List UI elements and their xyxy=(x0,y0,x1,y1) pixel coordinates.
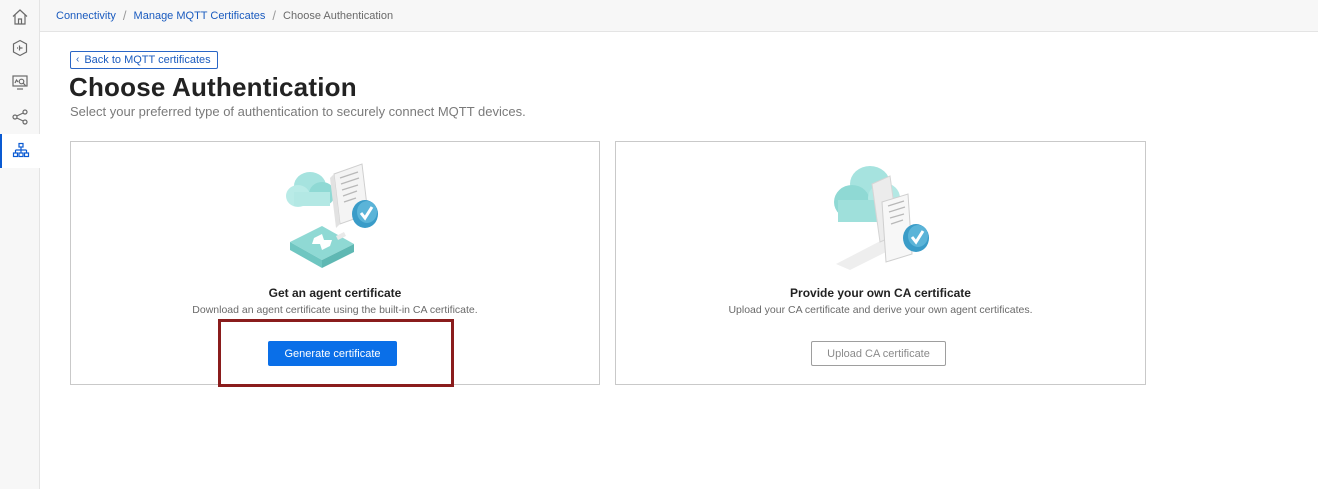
page-subtitle: Select your preferred type of authentica… xyxy=(70,104,526,119)
card-description: Upload your CA certificate and derive yo… xyxy=(728,304,1033,316)
breadcrumb-separator: / xyxy=(122,8,127,23)
own-ca-certificate-card: Provide your own CA certificate Upload y… xyxy=(615,141,1146,385)
card-title: Provide your own CA certificate xyxy=(790,286,971,300)
generate-certificate-button[interactable]: Generate certificate xyxy=(268,341,397,366)
share-icon[interactable] xyxy=(0,100,40,134)
breadcrumb-separator: / xyxy=(272,8,277,23)
card-title: Get an agent certificate xyxy=(268,286,402,300)
monitor-search-icon[interactable] xyxy=(0,65,40,99)
back-button-label: Back to MQTT certificates xyxy=(84,54,211,66)
side-navigation xyxy=(0,0,40,489)
breadcrumb-link-connectivity[interactable]: Connectivity xyxy=(56,10,116,22)
card-description: Download an agent certificate using the … xyxy=(192,304,478,316)
chevron-left-icon: ‹ xyxy=(76,54,80,65)
breadcrumb-current: Choose Authentication xyxy=(283,9,394,22)
home-icon[interactable] xyxy=(0,0,40,34)
breadcrumb: Connectivity / Manage MQTT Certificates … xyxy=(40,0,1318,32)
hierarchy-icon[interactable] xyxy=(0,134,40,168)
data-flow-icon[interactable] xyxy=(0,31,40,65)
back-button[interactable]: ‹ Back to MQTT certificates xyxy=(70,51,218,69)
breadcrumb-link-manage-mqtt-certificates[interactable]: Manage MQTT Certificates xyxy=(134,10,266,22)
ca-certificate-illustration xyxy=(833,166,929,270)
agent-certificate-illustration xyxy=(286,163,378,268)
agent-certificate-card: Get an agent certificate Download an age… xyxy=(70,141,600,385)
upload-ca-certificate-button[interactable]: Upload CA certificate xyxy=(811,341,946,366)
page-title: Choose Authentication xyxy=(69,72,357,102)
